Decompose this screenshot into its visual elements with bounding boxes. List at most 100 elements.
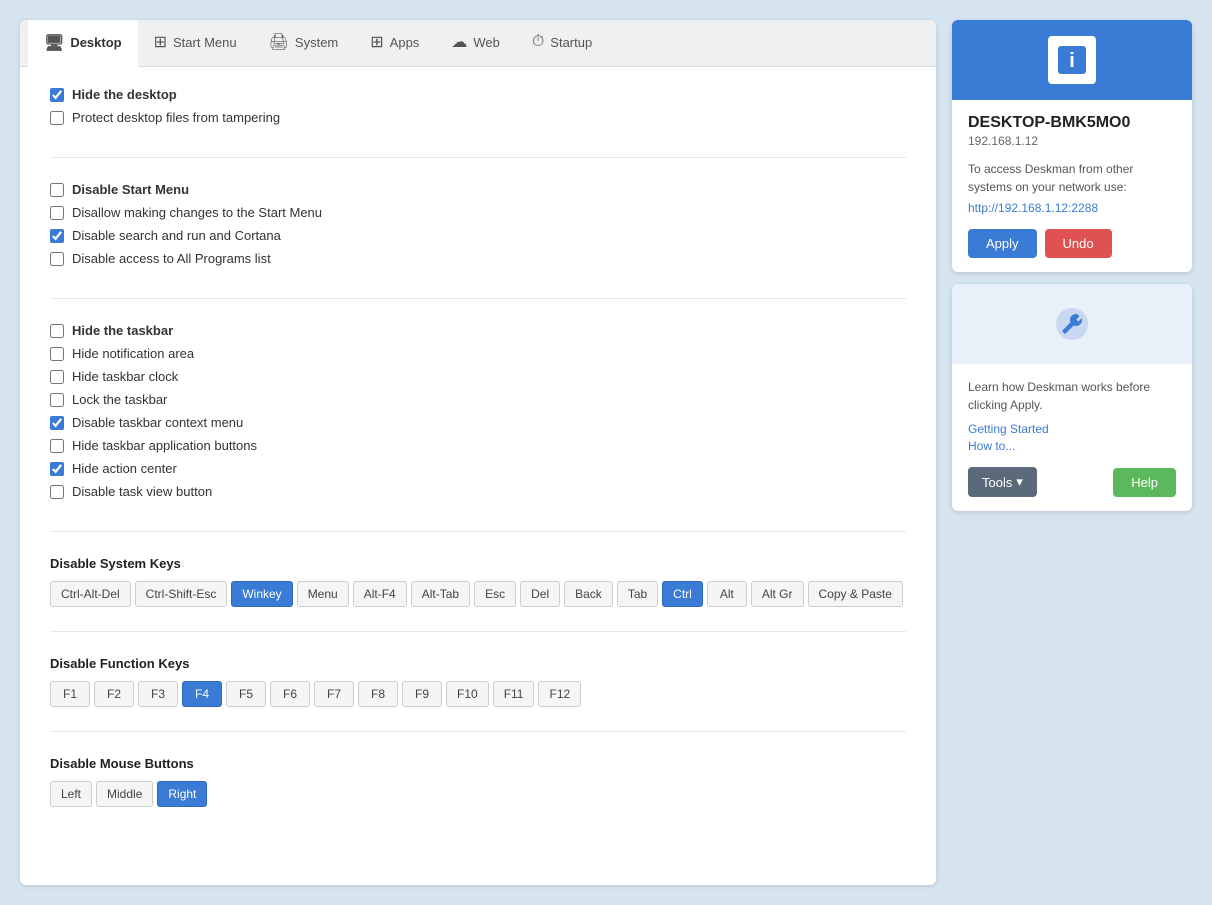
key-f3[interactable]: F3 (138, 681, 178, 707)
disallow-changes-label[interactable]: Disallow making changes to the Start Men… (72, 205, 322, 220)
key-alt-gr[interactable]: Alt Gr (751, 581, 804, 607)
disable-context-checkbox[interactable] (50, 416, 64, 430)
getting-started-link[interactable]: Getting Started (968, 422, 1176, 436)
function-keys-section: Disable Function Keys F1 F2 F3 F4 F5 F6 … (50, 656, 906, 732)
apply-button[interactable]: Apply (968, 229, 1037, 258)
key-del[interactable]: Del (520, 581, 560, 607)
disable-start-row: Disable Start Menu (50, 182, 906, 197)
device-name: DESKTOP-BMK5MO0 (968, 114, 1176, 132)
disable-task-view-label[interactable]: Disable task view button (72, 484, 212, 499)
key-winkey[interactable]: Winkey (231, 581, 292, 607)
help-card: Learn how Deskman works before clicking … (952, 284, 1192, 511)
help-text: Learn how Deskman works before clicking … (968, 378, 1176, 414)
main-panel: 🖥 Desktop ⊞ Start Menu 🖨 System ⊞ Apps ☁… (20, 20, 936, 885)
key-ctrl-shift-esc[interactable]: Ctrl-Shift-Esc (135, 581, 228, 607)
system-keys-section: Disable System Keys Ctrl-Alt-Del Ctrl-Sh… (50, 556, 906, 632)
system-keys-label: Disable System Keys (50, 556, 906, 571)
hide-desktop-label[interactable]: Hide the desktop (72, 87, 177, 102)
hide-clock-checkbox[interactable] (50, 370, 64, 384)
mouse-buttons-section: Disable Mouse Buttons Left Middle Right (50, 756, 906, 831)
disable-context-row: Disable taskbar context menu (50, 415, 906, 430)
device-info-card: i DESKTOP-BMK5MO0 192.168.1.12 To access… (952, 20, 1192, 272)
hide-desktop-checkbox[interactable] (50, 88, 64, 102)
tab-desktop[interactable]: 🖥 Desktop (28, 20, 138, 67)
content-area: Hide the desktop Protect desktop files f… (20, 67, 936, 885)
disable-context-label[interactable]: Disable taskbar context menu (72, 415, 243, 430)
hide-taskbar-checkbox[interactable] (50, 324, 64, 338)
key-f4[interactable]: F4 (182, 681, 222, 707)
key-tab[interactable]: Tab (617, 581, 658, 607)
key-alt[interactable]: Alt (707, 581, 747, 607)
tab-web[interactable]: ☁ Web (435, 20, 516, 66)
disable-programs-label[interactable]: Disable access to All Programs list (72, 251, 271, 266)
key-alt-f4[interactable]: Alt-F4 (353, 581, 407, 607)
start-menu-icon: ⊞ (154, 32, 167, 52)
key-alt-tab[interactable]: Alt-Tab (411, 581, 470, 607)
web-icon: ☁ (451, 32, 467, 52)
hide-action-center-row: Hide action center (50, 461, 906, 476)
key-f8[interactable]: F8 (358, 681, 398, 707)
hide-action-center-checkbox[interactable] (50, 462, 64, 476)
device-ip: 192.168.1.12 (968, 134, 1176, 148)
key-ctrl[interactable]: Ctrl (662, 581, 703, 607)
disable-search-row: Disable search and run and Cortana (50, 228, 906, 243)
disallow-changes-row: Disallow making changes to the Start Men… (50, 205, 906, 220)
undo-button[interactable]: Undo (1045, 229, 1112, 258)
hide-notification-checkbox[interactable] (50, 347, 64, 361)
dropdown-arrow-icon: ▾ (1016, 474, 1023, 490)
disable-task-view-checkbox[interactable] (50, 485, 64, 499)
hide-clock-label[interactable]: Hide taskbar clock (72, 369, 178, 384)
hide-taskbar-label[interactable]: Hide the taskbar (72, 323, 173, 338)
lock-taskbar-label[interactable]: Lock the taskbar (72, 392, 167, 407)
start-menu-section: Disable Start Menu Disallow making chang… (50, 182, 906, 299)
key-back[interactable]: Back (564, 581, 613, 607)
tab-apps[interactable]: ⊞ Apps (354, 20, 435, 66)
mouse-left[interactable]: Left (50, 781, 92, 807)
protect-files-checkbox[interactable] (50, 111, 64, 125)
mouse-right[interactable]: Right (157, 781, 207, 807)
hide-action-center-label[interactable]: Hide action center (72, 461, 177, 476)
how-to-link[interactable]: How to... (968, 439, 1176, 453)
lock-taskbar-row: Lock the taskbar (50, 392, 906, 407)
lock-taskbar-checkbox[interactable] (50, 393, 64, 407)
tab-startup[interactable]: ⏱ Startup (516, 20, 608, 66)
hide-app-buttons-label[interactable]: Hide taskbar application buttons (72, 438, 257, 453)
key-f11[interactable]: F11 (493, 681, 535, 707)
disallow-changes-checkbox[interactable] (50, 206, 64, 220)
key-f6[interactable]: F6 (270, 681, 310, 707)
hide-app-buttons-row: Hide taskbar application buttons (50, 438, 906, 453)
disable-programs-checkbox[interactable] (50, 252, 64, 266)
help-card-header (952, 284, 1192, 364)
help-button[interactable]: Help (1113, 468, 1176, 497)
disable-start-label[interactable]: Disable Start Menu (72, 182, 189, 197)
disable-search-label[interactable]: Disable search and run and Cortana (72, 228, 281, 243)
disable-programs-row: Disable access to All Programs list (50, 251, 906, 266)
device-link[interactable]: http://192.168.1.12:2288 (968, 201, 1098, 215)
key-menu[interactable]: Menu (297, 581, 349, 607)
disable-start-checkbox[interactable] (50, 183, 64, 197)
key-f9[interactable]: F9 (402, 681, 442, 707)
key-f5[interactable]: F5 (226, 681, 266, 707)
hide-app-buttons-checkbox[interactable] (50, 439, 64, 453)
tab-start-menu[interactable]: ⊞ Start Menu (138, 20, 253, 66)
mouse-middle[interactable]: Middle (96, 781, 153, 807)
taskbar-section: Hide the taskbar Hide notification area … (50, 323, 906, 532)
hide-notification-label[interactable]: Hide notification area (72, 346, 194, 361)
key-f7[interactable]: F7 (314, 681, 354, 707)
key-f10[interactable]: F10 (446, 681, 489, 707)
protect-files-label[interactable]: Protect desktop files from tampering (72, 110, 280, 125)
hide-clock-row: Hide taskbar clock (50, 369, 906, 384)
key-ctrl-alt-del[interactable]: Ctrl-Alt-Del (50, 581, 131, 607)
key-f1[interactable]: F1 (50, 681, 90, 707)
disable-search-checkbox[interactable] (50, 229, 64, 243)
tab-bar: 🖥 Desktop ⊞ Start Menu 🖨 System ⊞ Apps ☁… (20, 20, 936, 67)
key-copy-paste[interactable]: Copy & Paste (808, 581, 903, 607)
key-f2[interactable]: F2 (94, 681, 134, 707)
apps-icon: ⊞ (370, 32, 383, 52)
startup-icon: ⏱ (532, 33, 544, 51)
key-f12[interactable]: F12 (538, 681, 581, 707)
wrench-icon (1048, 300, 1096, 348)
key-esc[interactable]: Esc (474, 581, 516, 607)
tab-system[interactable]: 🖨 System (253, 20, 355, 66)
tools-button[interactable]: Tools ▾ (968, 467, 1037, 497)
